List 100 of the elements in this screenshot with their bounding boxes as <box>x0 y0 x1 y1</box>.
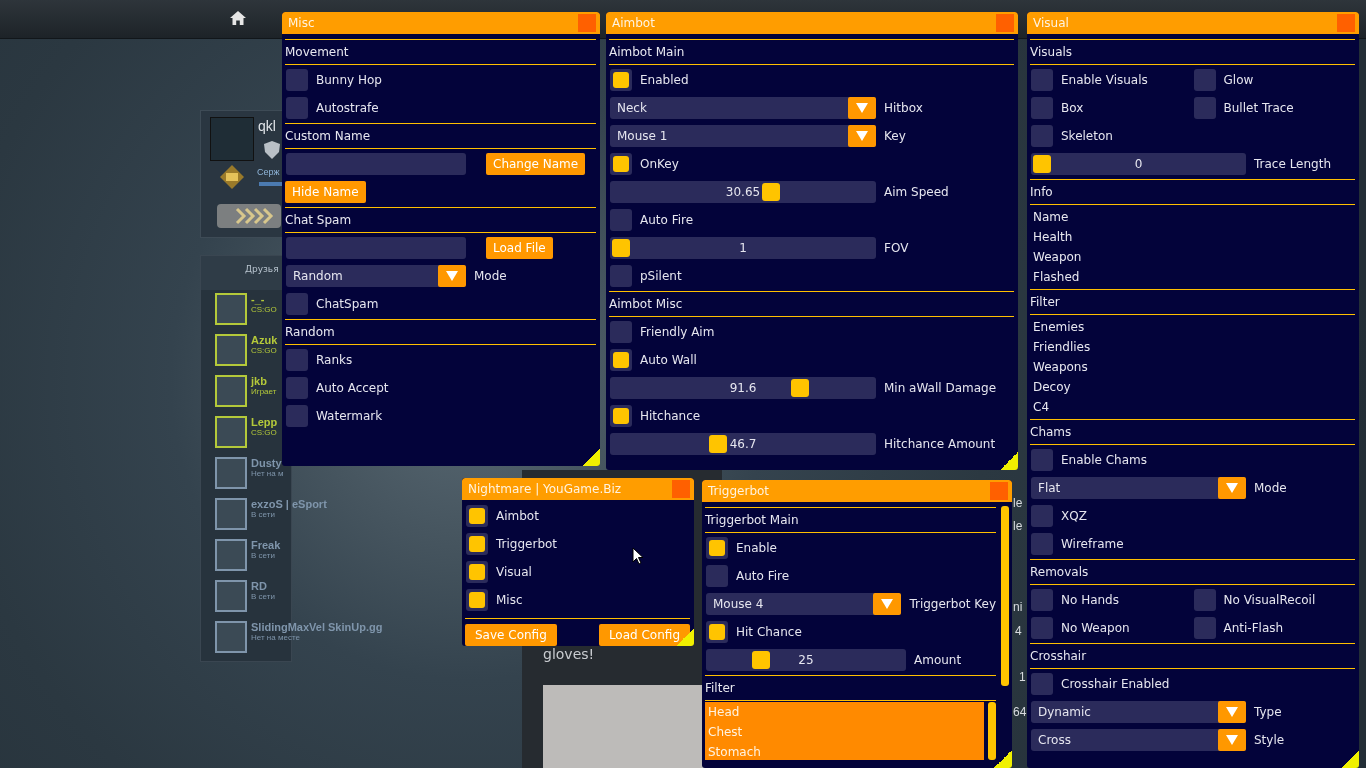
friend-name[interactable]: Freak <box>251 539 281 551</box>
list-item[interactable]: C4 <box>1033 397 1355 417</box>
slider-thumb[interactable] <box>752 651 770 669</box>
checkbox[interactable] <box>1193 617 1216 639</box>
checkbox-label: Auto Accept <box>316 381 389 395</box>
scrollbar[interactable] <box>1001 506 1009 686</box>
section-header: Triggerbot Main <box>705 507 996 533</box>
checkbox[interactable] <box>466 533 488 555</box>
close-button[interactable] <box>990 482 1008 500</box>
input-field[interactable] <box>286 237 466 259</box>
slider-thumb[interactable] <box>612 239 630 257</box>
list-item[interactable]: Name <box>1033 207 1355 227</box>
list-item[interactable]: Flashed <box>1033 267 1355 287</box>
checkbox[interactable] <box>1193 589 1216 611</box>
checkbox[interactable] <box>286 377 308 399</box>
checkbox[interactable] <box>1193 69 1216 91</box>
checkbox[interactable] <box>610 349 632 371</box>
friend-name[interactable]: exzoS | eSport <box>251 498 327 510</box>
slider-thumb[interactable] <box>791 379 810 397</box>
resize-handle[interactable] <box>994 750 1012 768</box>
input-field[interactable] <box>286 153 466 175</box>
checkbox[interactable] <box>610 153 632 175</box>
checkbox-label: Enabled <box>640 73 689 87</box>
list-item[interactable]: Enemies <box>1033 317 1355 337</box>
checkbox[interactable] <box>466 589 488 611</box>
checkbox[interactable] <box>610 405 632 427</box>
checkbox-label: OnKey <box>640 157 679 171</box>
news-text: gloves! <box>543 646 595 662</box>
checkbox[interactable] <box>610 69 632 91</box>
dropdown[interactable]: Flat <box>1031 477 1246 499</box>
slider-thumb[interactable] <box>762 183 781 201</box>
slider[interactable]: 0 <box>1031 153 1246 175</box>
dropdown[interactable]: Mouse 1 <box>610 125 876 147</box>
slider-label: Hitchance Amount <box>884 437 996 451</box>
checkbox[interactable] <box>610 265 632 287</box>
dropdown[interactable]: Neck <box>610 97 876 119</box>
slider[interactable]: 46.7 <box>610 433 876 455</box>
checkbox[interactable] <box>1193 97 1216 119</box>
checkbox[interactable] <box>466 505 488 527</box>
friend-name[interactable]: jkb <box>251 375 277 387</box>
checkbox[interactable] <box>1031 673 1053 695</box>
close-button[interactable] <box>672 480 690 498</box>
friend-name[interactable]: Dusty <box>251 457 284 469</box>
checkbox[interactable] <box>286 293 308 315</box>
dropdown[interactable]: Random <box>286 265 466 287</box>
slider-thumb[interactable] <box>708 435 727 453</box>
slider[interactable]: 30.65 <box>610 181 876 203</box>
checkbox-label: Visual <box>496 565 532 579</box>
checkbox[interactable] <box>286 349 308 371</box>
checkbox[interactable] <box>706 565 728 587</box>
friend-name[interactable]: SlidingMaxVel SkinUp.gg <box>251 621 383 633</box>
close-button[interactable] <box>578 14 596 32</box>
checkbox[interactable] <box>610 321 632 343</box>
slider[interactable]: 25 <box>706 649 906 671</box>
checkbox[interactable] <box>1031 125 1053 147</box>
slider[interactable]: 91.6 <box>610 377 876 399</box>
background-text: 64 <box>1013 705 1027 719</box>
checkbox[interactable] <box>466 561 488 583</box>
dropdown[interactable]: Mouse 4 <box>706 593 902 615</box>
checkbox[interactable] <box>1031 97 1053 119</box>
checkbox[interactable] <box>286 405 308 427</box>
friend-name[interactable]: Azuk <box>251 334 278 346</box>
friend-name[interactable]: RD <box>251 580 275 592</box>
list-item[interactable]: Decoy <box>1033 377 1355 397</box>
section-header: Movement <box>285 39 596 65</box>
list-item[interactable]: Weapon <box>1033 247 1355 267</box>
rank-text: Серж <box>257 167 280 177</box>
checkbox-label: No VisualRecoil <box>1223 593 1316 607</box>
checkbox[interactable] <box>610 209 632 231</box>
dropdown[interactable]: Dynamic <box>1031 701 1246 723</box>
section-header: Filter <box>1030 289 1355 315</box>
background-text: 4 <box>1015 624 1022 638</box>
slider-thumb[interactable] <box>1033 155 1051 173</box>
checkbox[interactable] <box>706 537 728 559</box>
close-button[interactable] <box>1337 14 1355 32</box>
checkbox[interactable] <box>286 69 308 91</box>
checkbox[interactable] <box>1031 617 1053 639</box>
slider-label: Trace Length <box>1254 157 1332 171</box>
checkbox[interactable] <box>1031 449 1053 471</box>
friend-name[interactable]: -_- <box>251 293 277 305</box>
list-item[interactable]: Friendlies <box>1033 337 1355 357</box>
friend-name[interactable]: Lepp <box>251 416 278 428</box>
checkbox[interactable] <box>1031 533 1053 555</box>
checkbox-label: Bunny Hop <box>316 73 382 87</box>
section-header: Info <box>1030 179 1355 205</box>
checkbox-label: No Hands <box>1061 593 1119 607</box>
dropdown[interactable]: Cross <box>1031 729 1246 751</box>
scrollbar[interactable] <box>988 702 996 760</box>
checkbox[interactable] <box>1031 69 1053 91</box>
home-icon[interactable] <box>230 11 246 25</box>
checkbox[interactable] <box>1031 589 1053 611</box>
checkbox[interactable] <box>706 621 728 643</box>
close-button[interactable] <box>996 14 1014 32</box>
checkbox[interactable] <box>1031 505 1053 527</box>
checkbox-label: Anti-Flash <box>1223 621 1284 635</box>
list-item[interactable]: Health <box>1033 227 1355 247</box>
list-item[interactable]: Weapons <box>1033 357 1355 377</box>
slider-label: FOV <box>884 241 909 255</box>
slider[interactable]: 1 <box>610 237 876 259</box>
checkbox[interactable] <box>286 97 308 119</box>
